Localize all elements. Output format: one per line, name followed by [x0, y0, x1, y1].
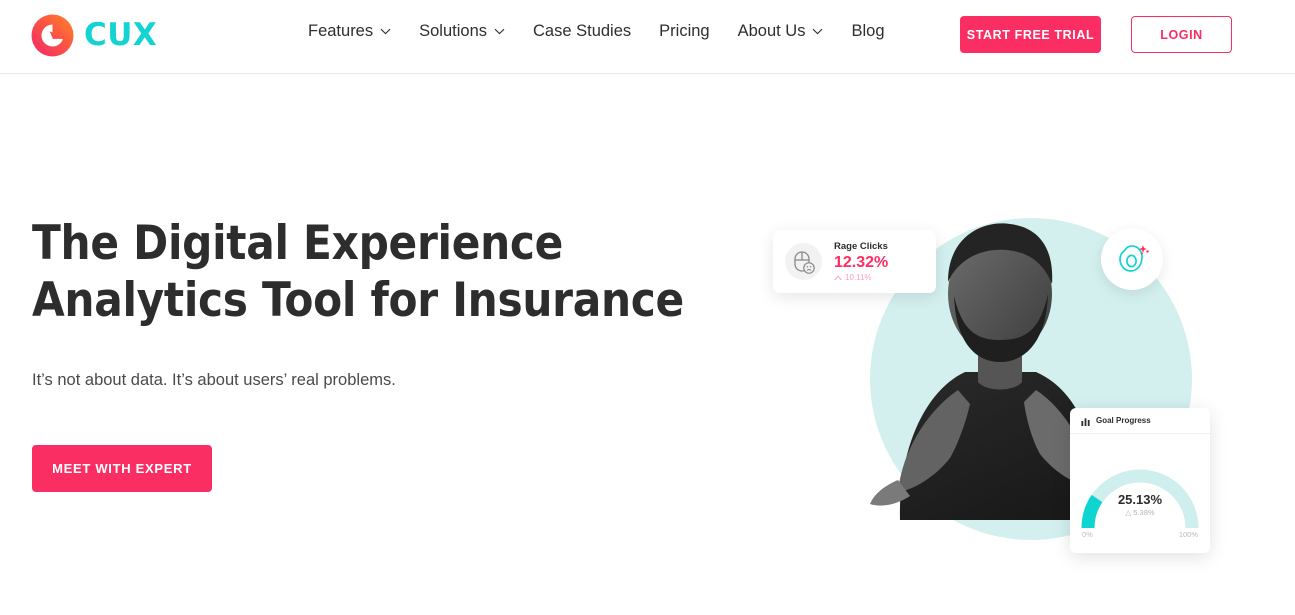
page-title: The Digital Experience Analytics Tool fo…	[32, 215, 712, 329]
rage-clicks-label: Rage Clicks	[834, 241, 888, 252]
hero-illustration: Rage Clicks 12.32% 10.11% Goal Progress …	[760, 190, 1260, 590]
nav-label: Blog	[851, 22, 885, 40]
nav-label: Pricing	[659, 22, 710, 40]
chevron-down-icon	[494, 28, 505, 35]
chevron-down-icon	[813, 28, 823, 35]
avocado-badge[interactable]	[1101, 228, 1163, 290]
goal-progress-delta: △ 5.38%	[1070, 508, 1210, 518]
nav-item-pricing[interactable]: Pricing	[645, 22, 723, 41]
nav-item-blog[interactable]: Blog	[837, 22, 898, 41]
goal-progress-delta-value: 5.38%	[1133, 508, 1155, 517]
nav-label: Case Studies	[533, 22, 632, 40]
brand-logo[interactable]: CUX	[30, 13, 157, 58]
nav-item-case-studies[interactable]: Case Studies	[519, 22, 645, 41]
goal-progress-header: Goal Progress	[1070, 408, 1210, 434]
page-title-line-1: The Digital Experience	[32, 216, 564, 271]
brand-name: CUX	[84, 17, 158, 53]
start-free-trial-button[interactable]: START FREE TRIAL	[960, 16, 1101, 53]
arrow-up-icon	[834, 274, 842, 280]
meet-with-expert-button[interactable]: MEET WITH EXPERT	[32, 445, 212, 492]
cux-logo-mark-icon	[31, 14, 74, 57]
rage-clicks-value: 12.32%	[834, 254, 889, 271]
nav-label: Solutions	[419, 22, 488, 40]
rage-clicks-delta-value: 10.11%	[845, 273, 872, 282]
goal-progress-readout: 25.13% △ 5.38%	[1070, 492, 1210, 518]
rage-click-icon-wrap	[785, 243, 822, 280]
rage-clicks-text: Rage Clicks 12.32% 10.11%	[834, 240, 888, 283]
angry-mouse-icon	[793, 250, 815, 274]
avocado-icon	[1119, 245, 1149, 272]
bar-chart-icon	[1081, 417, 1090, 426]
page-title-line-2: Analytics Tool for Insurance	[32, 273, 684, 328]
rage-clicks-card[interactable]: Rage Clicks 12.32% 10.11%	[773, 230, 936, 293]
login-button[interactable]: LOGIN	[1131, 16, 1232, 53]
goal-progress-value: 25.13%	[1117, 492, 1163, 507]
gauge-axis-min: 0%	[1082, 530, 1093, 539]
arrow-up-icon: △	[1125, 508, 1132, 517]
goal-progress-card[interactable]: Goal Progress 25.13% △ 5.38% 0% 100%	[1070, 408, 1210, 553]
site-header: CUX Features Solutions Case Studies Pric…	[0, 0, 1295, 74]
nav-item-solutions[interactable]: Solutions	[405, 22, 519, 41]
nav-item-about-us[interactable]: About Us	[724, 22, 838, 41]
goal-progress-title: Goal Progress	[1096, 416, 1151, 425]
gauge-axis-max: 100%	[1178, 530, 1198, 539]
nav-item-features[interactable]: Features	[308, 22, 405, 41]
goal-progress-gauge: 25.13% △ 5.38% 0% 100%	[1070, 434, 1210, 553]
rage-clicks-delta: 10.11%	[834, 272, 888, 283]
chevron-down-icon	[380, 28, 391, 35]
main-navigation: Features Solutions Case Studies Pricing …	[308, 22, 899, 41]
page-subtitle: It’s not about data. It’s about users’ r…	[32, 371, 396, 389]
nav-label: Features	[308, 22, 374, 40]
nav-label: About Us	[737, 22, 806, 40]
